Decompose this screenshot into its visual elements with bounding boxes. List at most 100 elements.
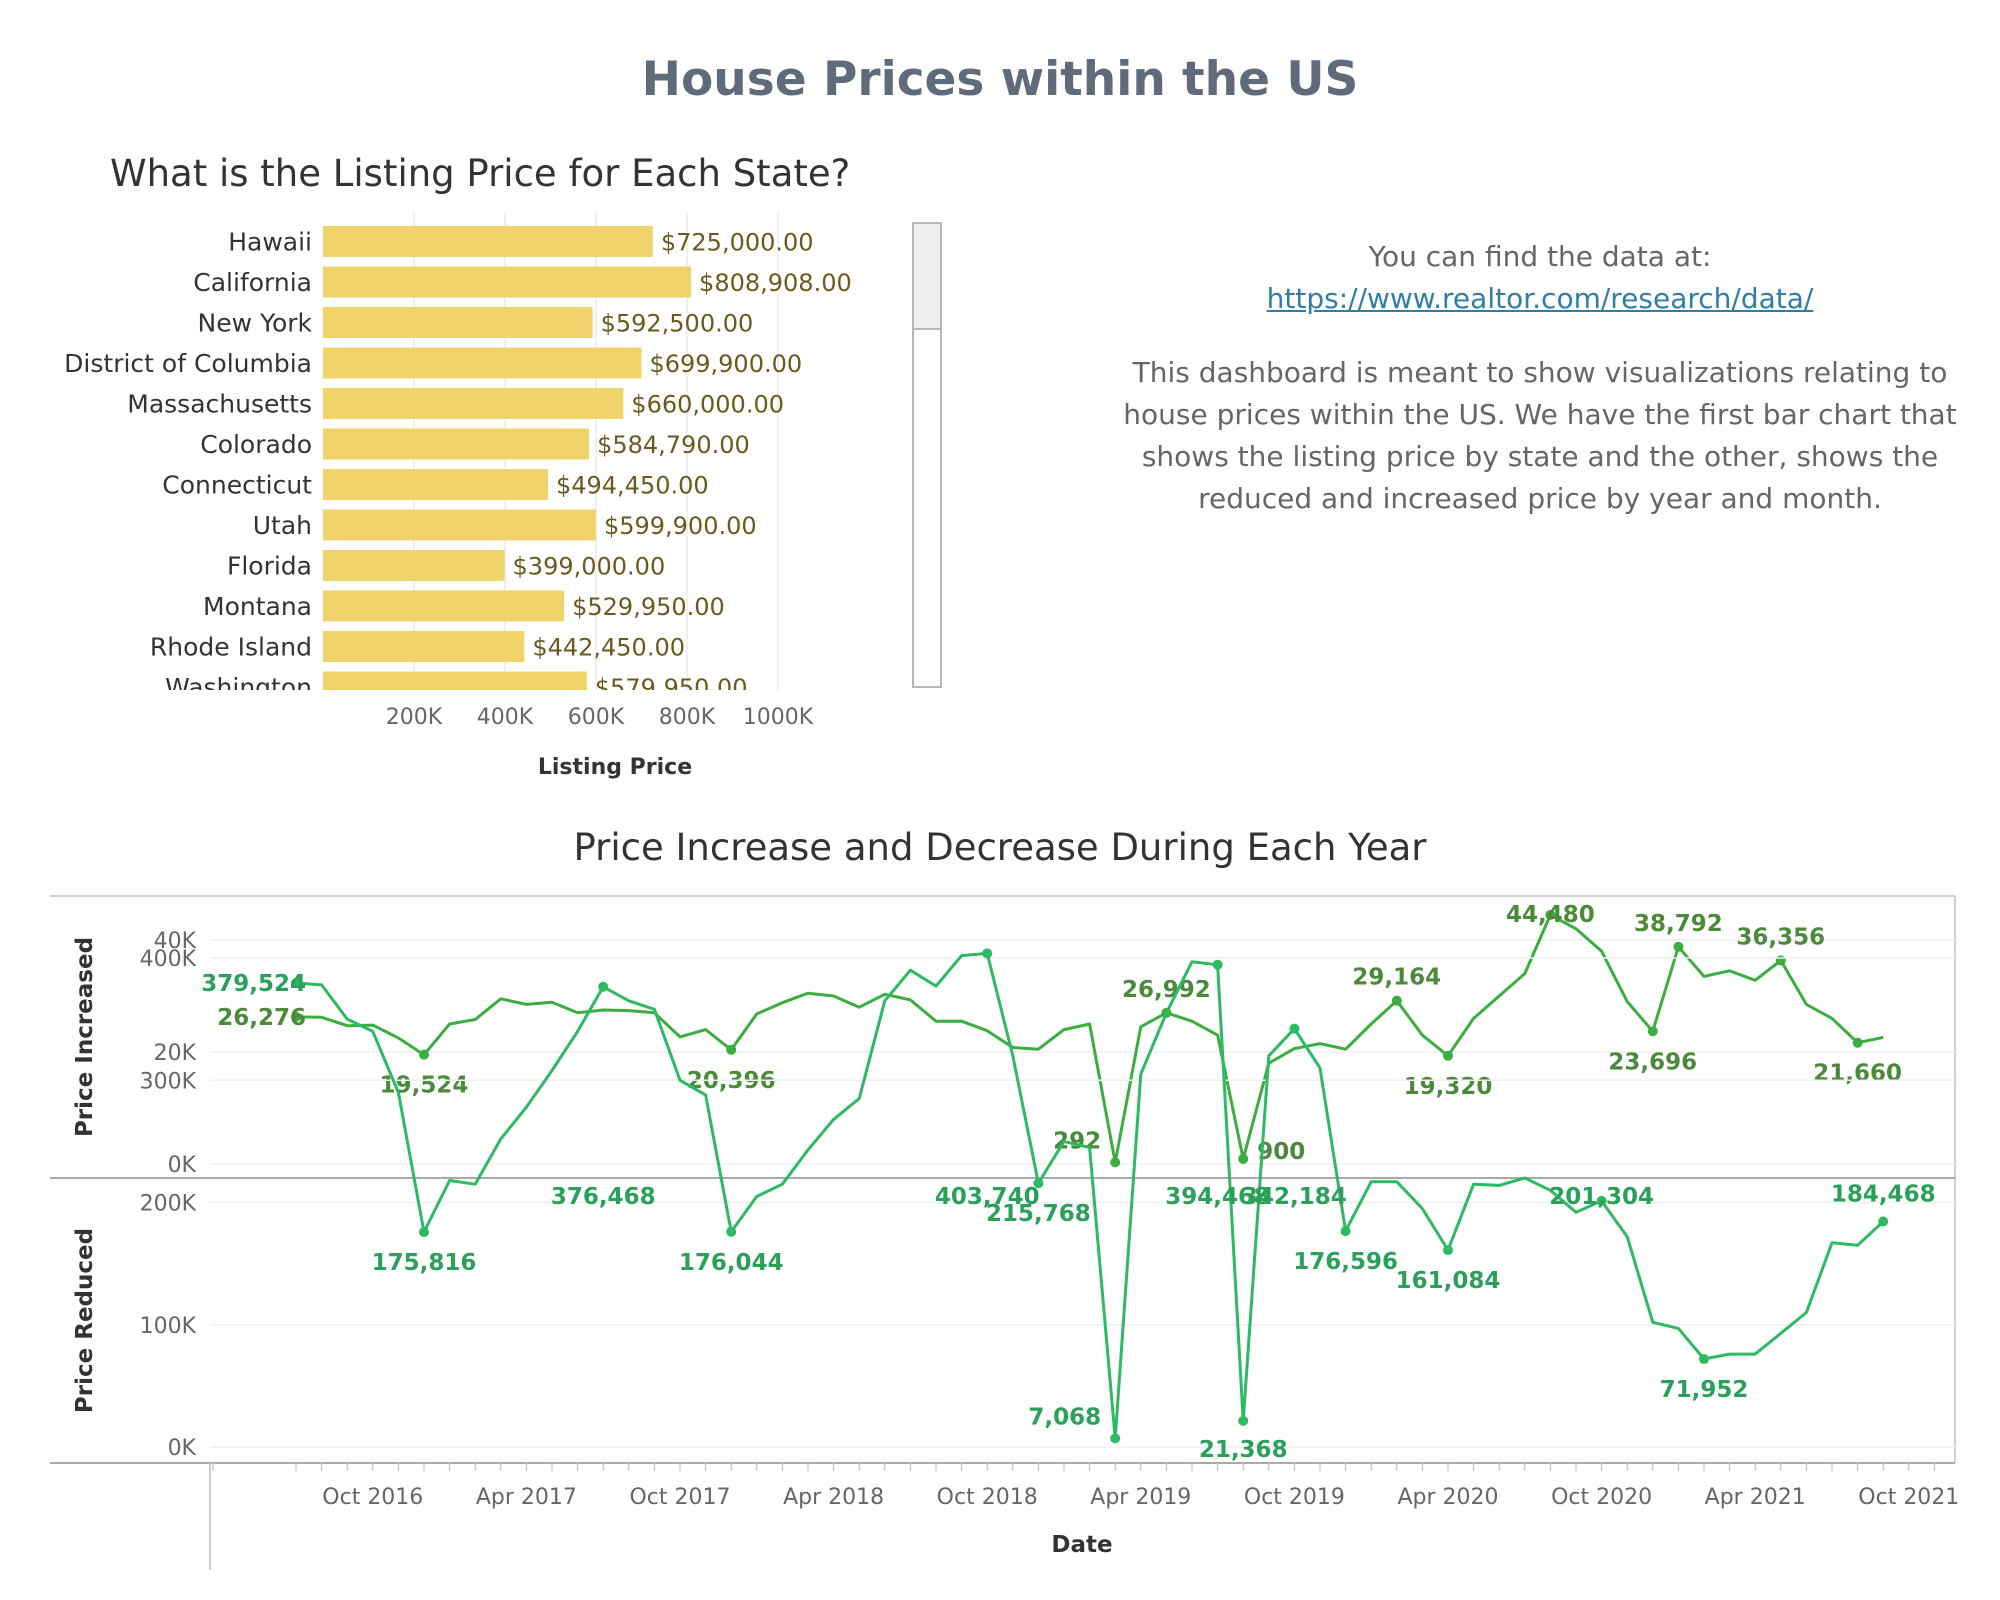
x-tick-label: Apr 2020 <box>1397 1485 1498 1510</box>
data-point <box>598 981 609 992</box>
data-point <box>1289 1023 1300 1034</box>
line-chart-title: Price Increase and Decrease During Each … <box>573 826 1427 869</box>
bar <box>323 347 642 379</box>
bar <box>323 469 548 500</box>
state-label: Colorado <box>200 430 312 459</box>
scrollbar-thumb[interactable] <box>914 224 940 330</box>
x-tick-label: 1000K <box>743 705 814 730</box>
bar <box>323 590 565 622</box>
data-point <box>1340 1226 1351 1237</box>
state-label: Washington <box>165 673 312 702</box>
y-tick-label: 0K <box>168 1153 197 1178</box>
info-description: This dashboard is meant to show visualiz… <box>1123 356 1957 515</box>
y-axis-title: Price Increased <box>72 937 98 1137</box>
bar-value-label: $529,950.00 <box>572 593 725 621</box>
data-label: 21,660 <box>1813 1061 1902 1087</box>
data-label: 36,356 <box>1736 924 1825 950</box>
data-label: 201,304 <box>1549 1184 1654 1210</box>
data-point <box>1647 1026 1658 1037</box>
x-axis-title: Listing Price <box>538 755 692 780</box>
y-tick-label: 20K <box>154 1041 197 1066</box>
x-tick-label: Apr 2021 <box>1705 1485 1806 1510</box>
x-tick-label: Apr 2019 <box>1090 1485 1191 1510</box>
x-tick-label: 600K <box>568 705 625 730</box>
data-label: 379,524 <box>201 971 306 997</box>
x-tick-label: Apr 2017 <box>476 1485 577 1510</box>
state-label: Florida <box>227 552 312 581</box>
data-point <box>1699 1354 1709 1365</box>
x-tick-label: Oct 2017 <box>629 1485 730 1510</box>
data-point <box>1110 1433 1121 1444</box>
data-point <box>1775 955 1786 966</box>
bar <box>323 671 587 690</box>
bar-value-label: $399,000.00 <box>513 553 666 581</box>
data-label: 175,816 <box>372 1250 477 1276</box>
data-point <box>1212 959 1223 970</box>
x-tick-label: Apr 2018 <box>783 1485 884 1510</box>
bar-group: Hawaii $725,000.00 California $808,908.00 Ne… <box>64 226 852 702</box>
data-label: 71,952 <box>1660 1377 1749 1403</box>
state-label: Hawaii <box>228 228 312 257</box>
data-point <box>1033 1178 1044 1189</box>
data-point <box>1238 1153 1249 1164</box>
data-point <box>1110 1157 1121 1168</box>
info-line: You can find the data at: <box>1368 240 1712 273</box>
bar <box>323 428 590 460</box>
data-point <box>726 1044 737 1055</box>
x-tick-label: Oct 2019 <box>1244 1485 1345 1510</box>
x-tick-label: 400K <box>477 705 534 730</box>
data-label: 184,468 <box>1831 1181 1936 1207</box>
data-label: 176,044 <box>679 1250 784 1276</box>
bar-value-label: $599,900.00 <box>604 512 757 540</box>
listing-price-bar-chart: 200K 400K 600K 800K 1000K Listing Price Hawaii… <box>64 212 852 780</box>
data-label: 29,164 <box>1352 965 1441 991</box>
dashboard-title: House Prices within the US <box>641 52 1359 107</box>
bar <box>323 509 596 541</box>
bar-value-label: $699,900.00 <box>649 350 802 378</box>
y-tick-label: 200K <box>140 1192 197 1217</box>
bar-value-label: $442,450.00 <box>532 634 685 662</box>
bar <box>323 388 624 419</box>
x-tick-label: Oct 2021 <box>1858 1485 1959 1510</box>
data-point <box>1238 1415 1249 1426</box>
data-point <box>982 948 993 959</box>
x-tick-label: 800K <box>659 705 716 730</box>
bar-chart-scrollbar[interactable] <box>912 222 942 688</box>
data-source-link[interactable]: https://www.realtor.com/research/data/ <box>1267 282 1814 315</box>
data-label: 292 <box>1053 1128 1101 1154</box>
bar-value-label: $494,450.00 <box>556 472 709 500</box>
bar-value-label: $660,000.00 <box>631 391 784 419</box>
price-change-line-chart: 0K20K40KPrice Increased 26,27619,524 20,39… <box>50 895 1959 1570</box>
info-panel: You can find the data at: https://www.re… <box>1120 236 1960 520</box>
data-point <box>419 1049 429 1060</box>
state-label: Connecticut <box>162 471 312 500</box>
data-label: 176,596 <box>1293 1249 1398 1275</box>
bar <box>323 631 525 662</box>
y-tick-label: 100K <box>140 1314 197 1339</box>
state-label: Massachusetts <box>127 390 312 419</box>
bar-value-label: $725,000.00 <box>661 229 814 257</box>
y-tick-label: 300K <box>140 1069 197 1094</box>
state-label: California <box>193 268 312 297</box>
bar <box>323 266 692 298</box>
series-line <box>295 913 1884 1164</box>
data-label: 21,368 <box>1199 1437 1288 1463</box>
data-label: 26,276 <box>217 1005 306 1031</box>
data-label: 7,068 <box>1028 1404 1101 1430</box>
data-point <box>1852 1037 1863 1048</box>
x-tick-label: 200K <box>386 705 443 730</box>
data-point <box>1391 995 1402 1006</box>
data-label: 342,184 <box>1242 1184 1347 1210</box>
bar-value-label: $592,500.00 <box>601 310 754 338</box>
x-tick-label: Oct 2018 <box>937 1485 1038 1510</box>
data-label: 44,480 <box>1506 902 1595 928</box>
data-label: 900 <box>1257 1139 1305 1165</box>
x-tick-label: Oct 2016 <box>322 1485 423 1510</box>
bar-value-label: $584,790.00 <box>597 431 750 459</box>
bar-chart-title: What is the Listing Price for Each State… <box>110 152 851 195</box>
bar-value-label: $579,950.00 <box>595 674 748 702</box>
bar-value-label: $808,908.00 <box>699 269 852 297</box>
y-tick-label: 0K <box>168 1436 197 1461</box>
data-label: 161,084 <box>1396 1268 1501 1294</box>
bar <box>323 550 505 581</box>
